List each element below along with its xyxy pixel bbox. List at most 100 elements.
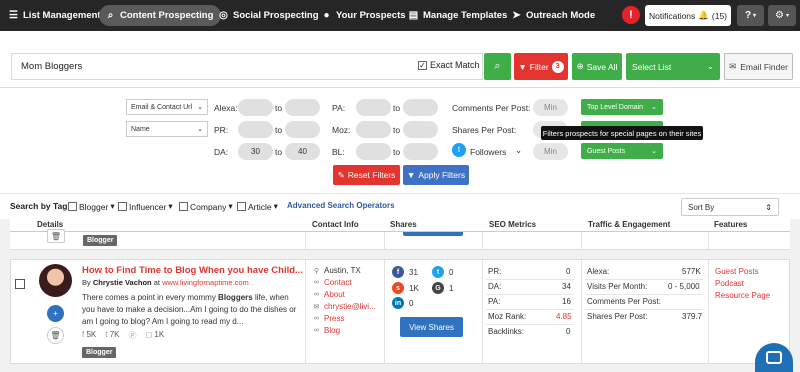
delete-button[interactable]: 🗑 <box>47 327 64 344</box>
traffic-label: Comments Per Post: <box>587 297 661 306</box>
contact-link[interactable]: ∞ Contact <box>313 278 352 287</box>
nav-label: Your Prospects <box>336 10 406 21</box>
tag-filter-company[interactable]: Company ▾ <box>179 201 233 212</box>
bl-from-input[interactable] <box>356 143 391 160</box>
nav-list-management[interactable]: ☰ List Management <box>8 5 101 26</box>
advanced-search-link[interactable]: Advanced Search Operators <box>287 201 395 210</box>
plus-icon: + <box>53 309 58 318</box>
chevron-down-icon: ⌄ <box>197 126 203 133</box>
apply-filters-button[interactable]: ▼ Apply Filters <box>403 165 469 185</box>
templates-icon: ▤ <box>408 10 419 21</box>
checkbox[interactable] <box>68 202 77 211</box>
feature-link[interactable]: Podcast <box>715 279 744 288</box>
help-button[interactable]: ? ▾ <box>737 5 764 26</box>
divider <box>585 279 703 280</box>
checkbox[interactable] <box>118 202 127 211</box>
column-divider <box>708 232 709 250</box>
traffic-label: Visits Per Month: <box>587 282 648 291</box>
bell-icon: 🔔 <box>698 10 709 20</box>
comments-min-input[interactable]: Min <box>533 99 568 116</box>
feature-link[interactable]: Resource Page <box>715 291 770 300</box>
header-shares: Shares <box>390 220 417 229</box>
divider <box>585 309 703 310</box>
link-icon: ∞ <box>314 279 319 286</box>
moz-from-input[interactable] <box>356 121 391 138</box>
blog-link[interactable]: ∞ Blog <box>313 326 340 335</box>
reset-filters-button[interactable]: ✎ Reset Filters <box>333 165 400 185</box>
search-button[interactable]: ⌕ <box>484 53 511 80</box>
email-contact-select[interactable]: Email & Contact Url ⌄ <box>126 99 208 115</box>
pa-from-input[interactable] <box>356 99 391 116</box>
select-list-label: Select List <box>632 61 672 72</box>
feature-link[interactable]: Guest Posts <box>715 267 759 276</box>
traffic-value: 577K <box>682 267 701 276</box>
seo-label: PA: <box>488 297 501 306</box>
checkbox[interactable] <box>237 202 246 211</box>
name-select[interactable]: Name ⌄ <box>126 121 208 137</box>
nav-manage-templates[interactable]: ▤ Manage Templates <box>408 5 508 26</box>
pr-to-input[interactable] <box>285 121 320 138</box>
seo-label: Moz Rank: <box>488 312 527 321</box>
tag-filter-article[interactable]: Article ▾ <box>237 201 278 212</box>
twitter-icon: t <box>105 330 108 339</box>
header-details: Details <box>37 220 64 229</box>
location-text: Austin, TX <box>324 266 361 275</box>
facebook-value: 5K <box>86 330 97 339</box>
add-prospect-button[interactable]: + <box>47 305 64 322</box>
row-select-checkbox[interactable] <box>15 279 25 289</box>
caret-down-icon: ▾ <box>110 201 115 211</box>
guest-posts-dropdown[interactable]: Guest Posts ⌄ <box>581 143 663 159</box>
filter-label: Filter <box>529 61 549 72</box>
header-features: Features <box>714 220 748 229</box>
divider <box>486 324 574 325</box>
alexa-label: Alexa: <box>214 103 238 113</box>
nav-content-prospecting[interactable]: ⌕ Content Prospecting <box>99 5 222 26</box>
save-all-button[interactable]: ⊕ Save All <box>572 53 622 80</box>
exact-match-label: Exact Match <box>430 60 480 70</box>
stumbleupon-icon: s <box>392 282 404 294</box>
checkbox[interactable] <box>179 202 188 211</box>
settings-button[interactable]: ⚙ ▾ <box>768 5 796 26</box>
site-url-link[interactable]: www.livingfornaptime.com <box>162 278 249 287</box>
alexa-from-input[interactable] <box>238 99 273 116</box>
nav-label: Manage Templates <box>423 10 508 21</box>
view-shares-button[interactable]: View Shares <box>400 317 463 337</box>
divider <box>585 294 703 295</box>
view-shares-button[interactable] <box>403 232 463 236</box>
bl-to-input[interactable] <box>403 143 438 160</box>
da-to-input[interactable]: 40 <box>285 143 320 160</box>
notifications-button[interactable]: Notifications 🔔 (15) <box>645 5 731 26</box>
pa-to-input[interactable] <box>403 99 438 116</box>
da-from-input[interactable]: 30 <box>238 143 273 160</box>
pr-label: PR: <box>214 125 229 135</box>
followers-min-input[interactable]: Min <box>533 143 568 160</box>
chevron-down-icon[interactable]: ⌄ <box>515 145 522 156</box>
nav-outreach-mode[interactable]: ➤ Outreach Mode <box>511 5 595 26</box>
top-level-domain-dropdown[interactable]: Top Level Domain ⌄ <box>581 99 663 115</box>
alert-button[interactable]: ! <box>622 6 640 24</box>
pr-from-input[interactable] <box>238 121 273 138</box>
caret-down-icon: ▾ <box>168 201 173 211</box>
filter-button[interactable]: ▼ Filter 3 <box>514 53 568 80</box>
about-link[interactable]: ∞ About <box>313 290 345 299</box>
search-input[interactable]: Mom Bloggers <box>11 53 483 80</box>
notifications-label: Notifications <box>648 10 696 21</box>
nav-social-prospecting[interactable]: ◎ Social Prospecting <box>218 5 318 26</box>
exact-match-checkbox[interactable]: ✓ Exact Match <box>418 60 480 70</box>
email-link[interactable]: ✉ chrystie@livi... <box>313 302 376 311</box>
chevron-down-icon: ⌄ <box>651 148 657 155</box>
moz-to-input[interactable] <box>403 121 438 138</box>
press-link[interactable]: ∞ Press <box>313 314 344 323</box>
linkedin-shares: in 0 <box>392 297 413 309</box>
select-list-dropdown[interactable]: Select List ⌄ <box>626 53 720 80</box>
nav-your-prospects[interactable]: ● Your Prospects <box>321 5 406 26</box>
email-finder-button[interactable]: ✉ Email Finder <box>724 53 793 80</box>
bl-label: BL: <box>332 147 345 157</box>
result-title-link[interactable]: How to Find Time to Blog When you have C… <box>82 265 303 276</box>
sort-by-select[interactable]: Sort By ⇕ <box>681 198 779 216</box>
alexa-to-input[interactable] <box>285 99 320 116</box>
nav-label: Content Prospecting <box>120 10 214 21</box>
tag-filter-blogger[interactable]: Blogger ▾ <box>68 201 115 212</box>
delete-button[interactable]: 🗑 <box>47 229 65 243</box>
tag-filter-influencer[interactable]: Influencer ▾ <box>118 201 173 212</box>
